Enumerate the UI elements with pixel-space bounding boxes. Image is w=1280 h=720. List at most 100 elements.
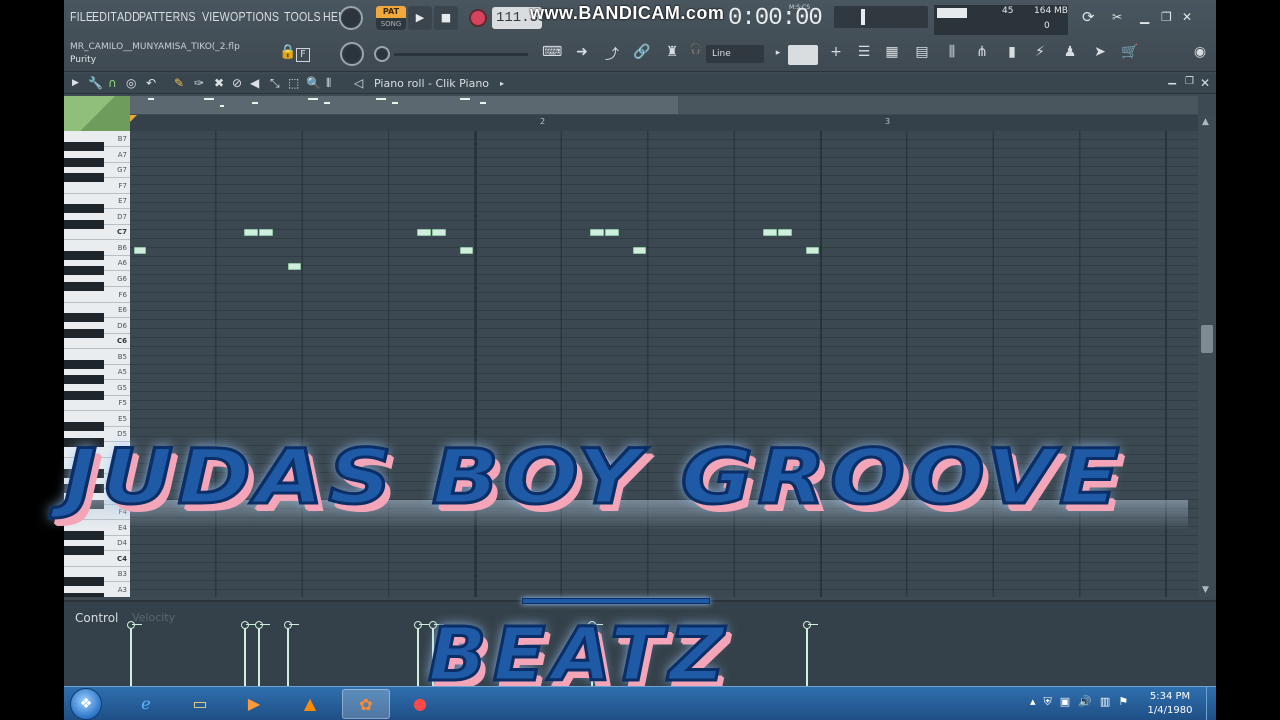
link-icon[interactable]: 🔗 (632, 44, 652, 60)
arrow-menu-icon[interactable]: ▶ (72, 78, 79, 88)
pitch-knob[interactable] (340, 42, 364, 66)
arrow-right-icon[interactable]: ➜ (572, 44, 592, 60)
menu-view[interactable]: VIEW (202, 9, 230, 24)
velocity-bar[interactable] (127, 621, 142, 686)
file-icon[interactable]: ▮ (1002, 44, 1022, 60)
master-pitch-slider[interactable] (834, 6, 928, 28)
typing-keyboard-icon[interactable]: ⌨ (542, 44, 562, 60)
start-button[interactable]: ❖ (70, 688, 102, 720)
speaker-small-icon[interactable]: ◁ (354, 76, 363, 90)
speaker-icon[interactable]: ◀ (250, 76, 259, 90)
lock-icon[interactable]: 🔒 (278, 44, 298, 60)
globe-icon[interactable]: ◉ (1190, 44, 1210, 60)
control-label[interactable]: Control (75, 611, 118, 625)
select-icon[interactable]: ⬚ (288, 76, 299, 90)
main-pitch-knob[interactable] (374, 46, 390, 62)
playback-icon[interactable]: ⦀ (326, 76, 331, 91)
pencil-icon[interactable]: ✎ (174, 76, 184, 90)
vertical-scrollbar[interactable]: ▲ ▼ (1198, 115, 1216, 597)
cut-icon[interactable]: ✂ (1112, 10, 1122, 24)
taskbar-vlc[interactable]: ▲ (286, 689, 334, 719)
black-key[interactable] (64, 593, 104, 597)
taskbar-internet-explorer[interactable]: ℯ (122, 689, 170, 719)
metronome-icon[interactable]: ♜ (662, 44, 682, 60)
mute-icon[interactable]: ⊘ (232, 76, 242, 90)
cart-icon[interactable]: 🛒 (1120, 44, 1140, 60)
scroll-thumb[interactable] (1201, 325, 1213, 353)
menu-edit[interactable]: EDIT (92, 9, 117, 24)
timeline-ruler[interactable]: 2 3 4 (130, 115, 1198, 131)
note[interactable] (417, 229, 431, 236)
note[interactable] (432, 229, 446, 236)
note[interactable] (259, 229, 273, 236)
note[interactable] (460, 247, 473, 254)
chevron-right-icon[interactable]: ▸ (768, 48, 788, 58)
taskbar-media-player[interactable]: ▶ (230, 689, 278, 719)
refresh-icon[interactable]: ⟳ (1082, 8, 1095, 26)
piano-roll-minimize-icon[interactable]: ▁ (1168, 74, 1176, 85)
playhead-marker[interactable] (130, 115, 137, 122)
chevron-right-icon[interactable]: ▸ (500, 79, 504, 88)
control-target[interactable]: Velocity (132, 611, 175, 624)
velocity-bar[interactable] (414, 621, 429, 686)
menu-tools[interactable]: TOOLS (284, 9, 321, 24)
note[interactable] (134, 247, 146, 254)
zoom-icon[interactable]: 🔍 (306, 76, 321, 90)
note[interactable] (244, 229, 258, 236)
close-icon[interactable]: ✕ (1182, 10, 1192, 24)
magnet-icon[interactable]: ∩ (108, 76, 117, 90)
velocity-bar[interactable] (284, 621, 299, 686)
stop-button[interactable]: ■ (434, 6, 458, 30)
minimize-icon[interactable]: ▁ (1140, 10, 1149, 24)
menu-file[interactable]: FILE (70, 9, 93, 24)
tray-app-icon[interactable]: ▣ (1060, 695, 1070, 709)
record-button[interactable] (469, 9, 487, 27)
taskbar-bandicam[interactable]: ● (396, 689, 444, 719)
taskbar-explorer[interactable]: ▭ (176, 689, 224, 719)
send-icon[interactable]: ➤ (1090, 44, 1110, 60)
menu-options[interactable]: OPTIONS (230, 9, 279, 24)
f1-icon[interactable]: F (296, 48, 310, 62)
flag-icon[interactable]: ⚑ (1118, 695, 1128, 709)
snap-mode-select[interactable]: Line (706, 45, 764, 63)
note[interactable] (763, 229, 777, 236)
velocity-bar[interactable] (803, 621, 818, 686)
piano-roll-maximize-icon[interactable]: ❐ (1185, 76, 1194, 87)
tray-network-app-icon[interactable]: ⛨ (1044, 695, 1052, 709)
channel-rack-icon[interactable]: ▤ (912, 44, 932, 60)
note[interactable] (590, 229, 604, 236)
velocity-bar[interactable] (241, 621, 256, 686)
note[interactable] (288, 263, 301, 270)
volume-icon[interactable]: 🔊 (1078, 695, 1092, 709)
plus-icon[interactable]: + (826, 44, 846, 60)
menu-add[interactable]: ADD (117, 9, 140, 24)
scroll-up-icon[interactable]: ▲ (1202, 117, 1209, 127)
note[interactable] (778, 229, 792, 236)
system-clock[interactable]: 5:34 PM 1/4/1980 (1138, 690, 1202, 718)
slice-icon[interactable]: ⤡ (270, 76, 280, 91)
browser-icon[interactable]: ⋔ (972, 44, 992, 60)
headphones-icon[interactable]: 🎧 (686, 44, 706, 55)
velocity-bar[interactable] (255, 621, 270, 686)
pattern-overview[interactable] (130, 96, 678, 114)
wrench-icon[interactable]: 🔧 (88, 76, 103, 90)
show-desktop-button[interactable] (1206, 687, 1216, 720)
mixer-icon[interactable]: ⫼ (942, 44, 962, 60)
overview-track[interactable] (678, 96, 1198, 114)
play-button[interactable]: ▶ (408, 6, 432, 30)
people-icon[interactable]: ♟ (1060, 44, 1080, 60)
play-target-icon[interactable]: ◎ (126, 76, 136, 90)
tray-expand-icon[interactable]: ▴ (1030, 695, 1036, 709)
plugin-icon[interactable]: ⚡ (1030, 44, 1050, 60)
note[interactable] (633, 247, 646, 254)
brush-icon[interactable]: ✑ (194, 76, 204, 90)
menu-patterns[interactable]: PATTERNS (139, 9, 196, 24)
note[interactable] (806, 247, 819, 254)
piano-roll-close-icon[interactable]: ✕ (1200, 76, 1210, 90)
restore-icon[interactable]: ❐ (1161, 10, 1172, 24)
step-box[interactable] (788, 45, 818, 65)
playlist-icon[interactable]: ☰ (854, 44, 874, 60)
network-icon[interactable]: ▥ (1100, 695, 1110, 709)
piano-roll-icon[interactable]: ▦ (882, 44, 902, 60)
pat-song-toggle[interactable]: PAT SONG (376, 6, 406, 30)
